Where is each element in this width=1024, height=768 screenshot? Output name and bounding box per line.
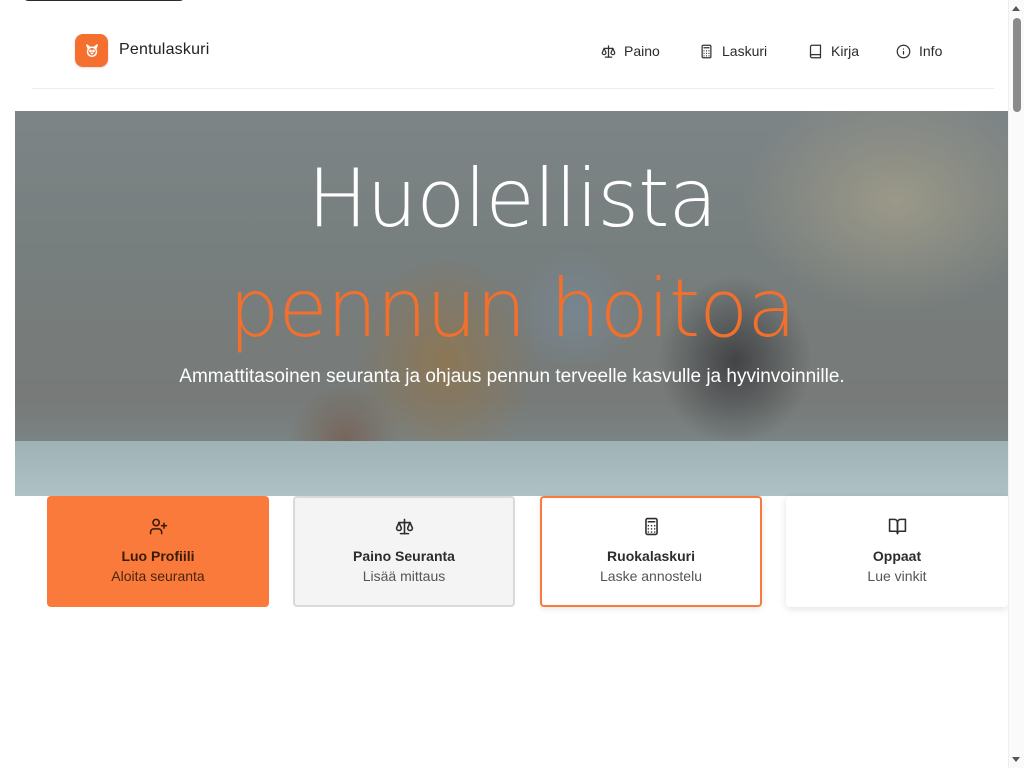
paw-icon [85,43,98,57]
hero-image-floor [15,441,1009,496]
guides-card[interactable]: Oppaat Lue vinkit [786,496,1008,607]
nav-label: Info [919,43,943,59]
nav-label: Kirja [831,43,860,59]
scroll-down-arrow-icon[interactable] [1012,757,1020,762]
card-subtitle: Lisää mittaus [362,568,446,584]
card-title: Oppaat [872,548,922,564]
book-open-icon [888,518,906,534]
brand-name[interactable]: Pentulaskuri [119,41,209,59]
card-subtitle: Laske annostelu [600,568,702,584]
nav-item-laskuri[interactable]: Laskuri [699,40,767,62]
hero-accent-title: pennun hoitoa [228,262,796,355]
create-profile-card[interactable]: Luo Profiili Aloita seuranta [47,496,269,607]
card-title: Paino Seuranta [353,548,455,564]
nav-item-kirja[interactable]: Kirja [808,40,859,62]
book-icon [809,44,822,58]
scale-icon [395,518,413,534]
nav-label: Paino [624,43,660,59]
nav-label: Laskuri [722,43,768,59]
hero-title: Huolellista [307,152,718,245]
card-title: Ruokalaskuri [607,548,695,564]
hero-subtitle: Ammattitasoinen seuranta ja ohjaus pennu… [179,366,845,387]
nav-item-paino[interactable]: Paino [601,40,660,62]
card-subtitle: Lue vinkit [867,568,927,584]
hero-section: Huolellista pennun hoitoa Ammattitasoine… [15,111,1009,496]
page-scrollbar[interactable] [1008,0,1024,768]
calculator-icon [644,517,658,535]
logo[interactable] [75,34,108,67]
info-icon [896,44,911,58]
scrollbar-thumb[interactable] [1013,18,1021,112]
scale-icon [601,44,616,58]
card-title: Luo Profiili [121,548,195,564]
calculator-icon [701,44,712,58]
scroll-up-arrow-icon[interactable] [1012,6,1020,11]
card-subtitle: Aloita seuranta [111,568,205,584]
user-plus-icon [149,518,167,534]
weight-tracking-card[interactable]: Paino Seuranta Lisää mittaus [293,496,515,607]
food-calculator-card[interactable]: Ruokalaskuri Laske annostelu [540,496,762,607]
nav-item-info[interactable]: Info [896,40,942,62]
